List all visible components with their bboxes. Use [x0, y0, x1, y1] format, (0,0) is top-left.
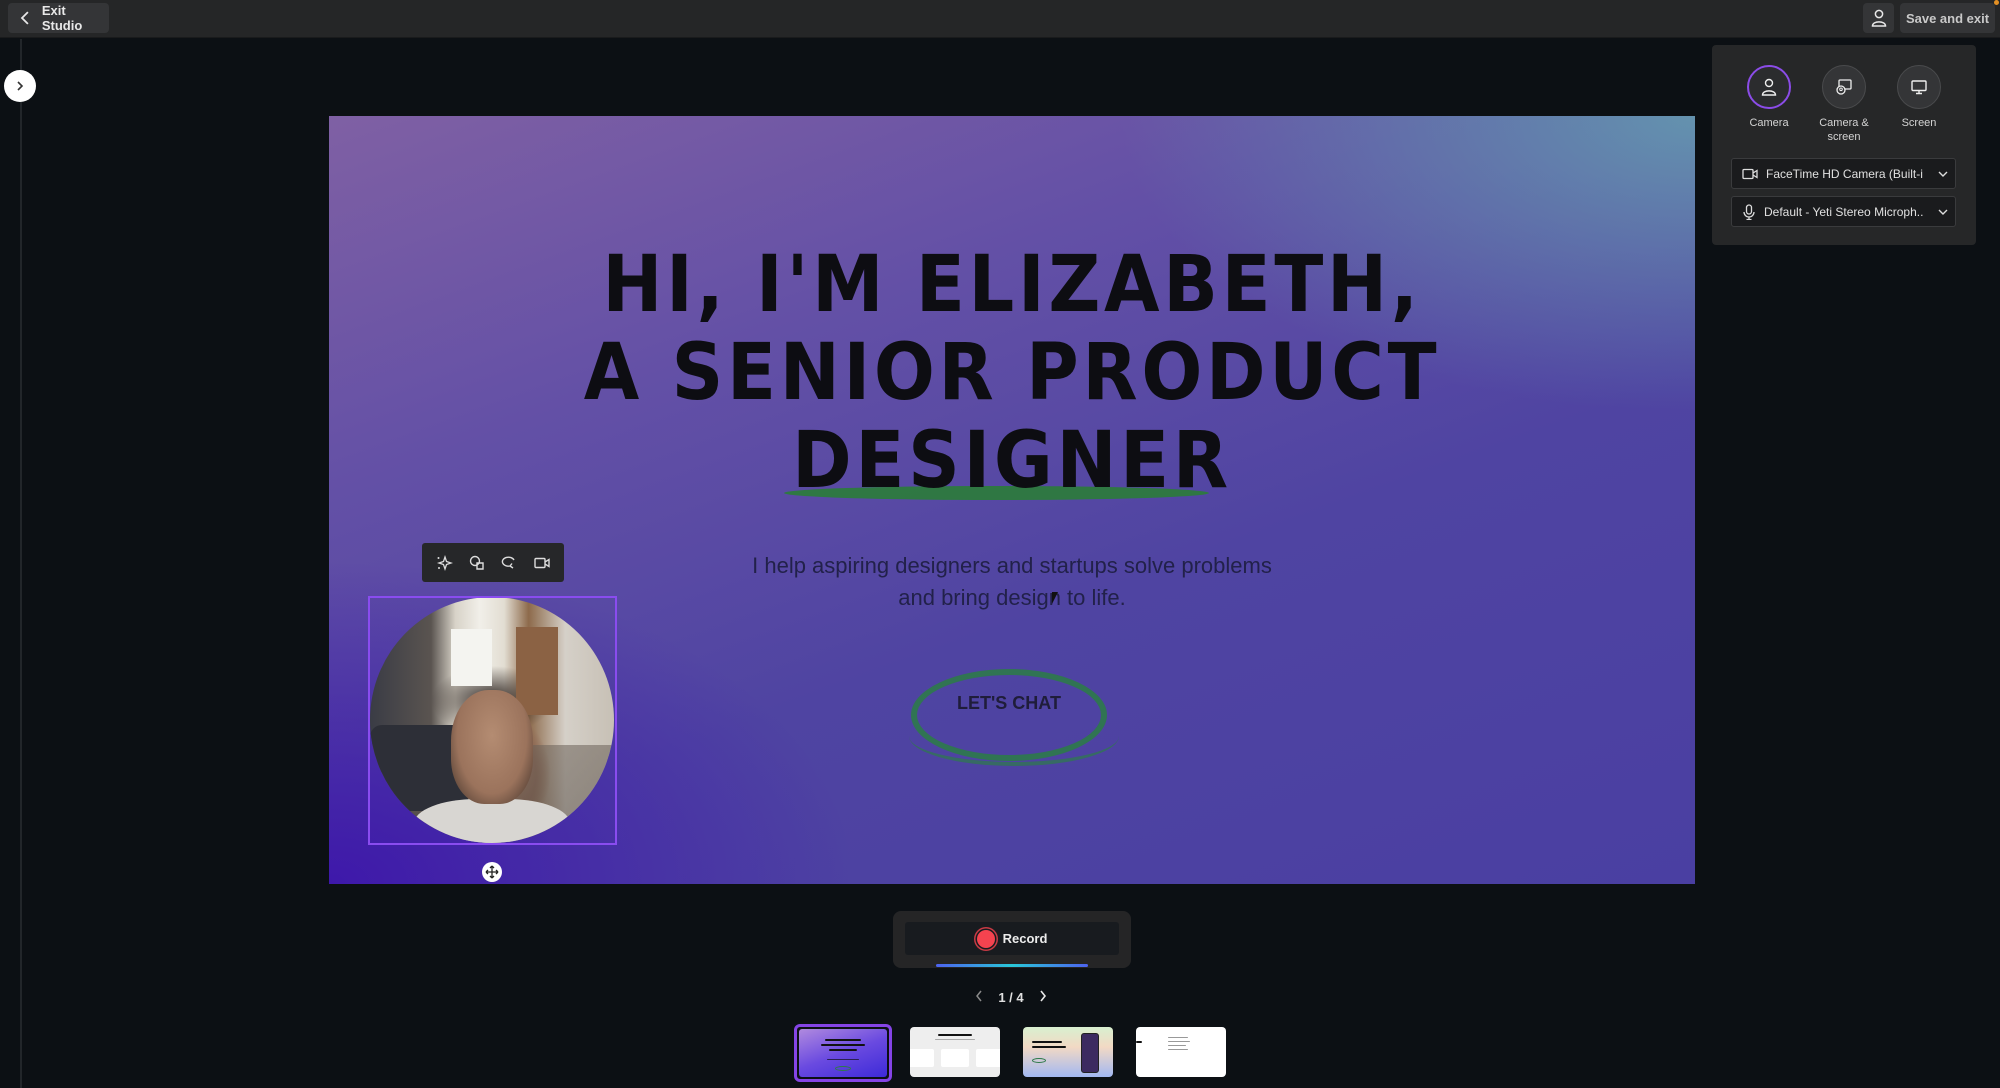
headline-line: DESIGNER: [792, 416, 1232, 506]
camera-device-value: FaceTime HD Camera (Built-in...: [1766, 166, 1923, 181]
user-icon: [1761, 78, 1777, 96]
microphone-device-select[interactable]: Default - Yeti Stereo Microph...: [1731, 196, 1956, 227]
chevron-right-icon: [17, 81, 24, 91]
save-and-exit-button[interactable]: Save and exit: [1900, 3, 1995, 33]
sparkle-effects-icon[interactable]: [434, 553, 454, 573]
exit-studio-button[interactable]: Exit Studio: [8, 3, 109, 33]
microphone-icon: [1743, 203, 1755, 220]
record-control: Record: [893, 911, 1131, 968]
move-arrows-icon: [485, 865, 499, 879]
next-slide-button[interactable]: [1039, 990, 1047, 1005]
cta-circle-tail: [909, 706, 1119, 766]
camera-and-screen-icon: [1836, 79, 1852, 95]
record-label: Record: [1002, 931, 1048, 946]
mode-screen[interactable]: Screen: [1879, 65, 1959, 130]
page-indicator: 1 / 4: [998, 989, 1024, 1005]
expand-panel-button[interactable]: [4, 70, 36, 102]
chevron-down-icon: [1931, 209, 1955, 215]
mouse-cursor: [1052, 592, 1058, 604]
subtitle-line: I help aspiring designers and startups s…: [752, 553, 1272, 578]
mode-screen-button[interactable]: [1897, 65, 1941, 109]
chevron-left-icon: [976, 990, 982, 1001]
shape-icon[interactable]: [467, 553, 487, 573]
mode-label: Camera: [1749, 117, 1789, 129]
headline-line: A SENIOR PRODUCT: [583, 328, 1441, 418]
replace-icon[interactable]: [499, 553, 519, 573]
slide-thumbnail[interactable]: [1023, 1027, 1113, 1077]
video-camera-icon: [1742, 168, 1758, 179]
chevron-left-icon: [20, 11, 29, 25]
collaborator-button[interactable]: [1863, 3, 1894, 33]
headline-line: HI, I'M ELIZABETH,: [602, 240, 1422, 330]
slide-thumbnail[interactable]: [794, 1024, 892, 1082]
microphone-device-value: Default - Yeti Stereo Microph...: [1764, 204, 1923, 219]
previous-slide-button[interactable]: [975, 990, 983, 1005]
slide-subtitle: I help aspiring designers and startups s…: [712, 550, 1312, 614]
slide-thumbnail[interactable]: [1136, 1027, 1226, 1077]
mode-camera-and-screen[interactable]: Camera & screen: [1804, 65, 1884, 144]
monitor-icon: [1911, 80, 1927, 95]
chevron-down-icon: [1931, 171, 1955, 177]
top-bar: Exit Studio Save and exit: [0, 0, 2000, 38]
record-progress-bar: [936, 964, 1088, 967]
subtitle-line: and bring design to life.: [898, 585, 1126, 610]
recording-settings-panel: Camera Camera & screen Screen FaceTime H…: [1712, 45, 1976, 245]
slide-headline: HI, I'M ELIZABETH, A SENIOR PRODUCT DESI…: [384, 241, 1641, 505]
lets-chat-button[interactable]: LET'S CHAT: [911, 693, 1107, 714]
exit-studio-label: Exit Studio: [41, 3, 83, 33]
mode-camera-and-screen-button[interactable]: [1822, 65, 1866, 109]
record-button[interactable]: Record: [905, 922, 1119, 955]
move-handle[interactable]: [482, 862, 502, 882]
user-icon: [1871, 9, 1886, 27]
mode-camera[interactable]: Camera: [1729, 65, 1809, 130]
mode-camera-button[interactable]: [1747, 65, 1791, 109]
notification-dot: [1994, 0, 1999, 5]
left-panel-divider: [20, 39, 22, 1088]
camera-icon[interactable]: [532, 553, 552, 573]
record-dot-icon: [976, 929, 995, 948]
mode-label: Screen: [1901, 117, 1937, 129]
mode-label: Camera & screen: [1819, 117, 1869, 143]
slide-pager: 1 / 4: [975, 987, 1047, 1007]
camera-bubble-toolbar: [422, 543, 564, 582]
slide-thumbnail[interactable]: [910, 1027, 1000, 1077]
camera-device-select[interactable]: FaceTime HD Camera (Built-in...: [1731, 158, 1956, 189]
camera-selection-frame: [368, 596, 617, 845]
thumbnail-preview: [799, 1029, 887, 1077]
chevron-right-icon: [1040, 990, 1047, 1001]
